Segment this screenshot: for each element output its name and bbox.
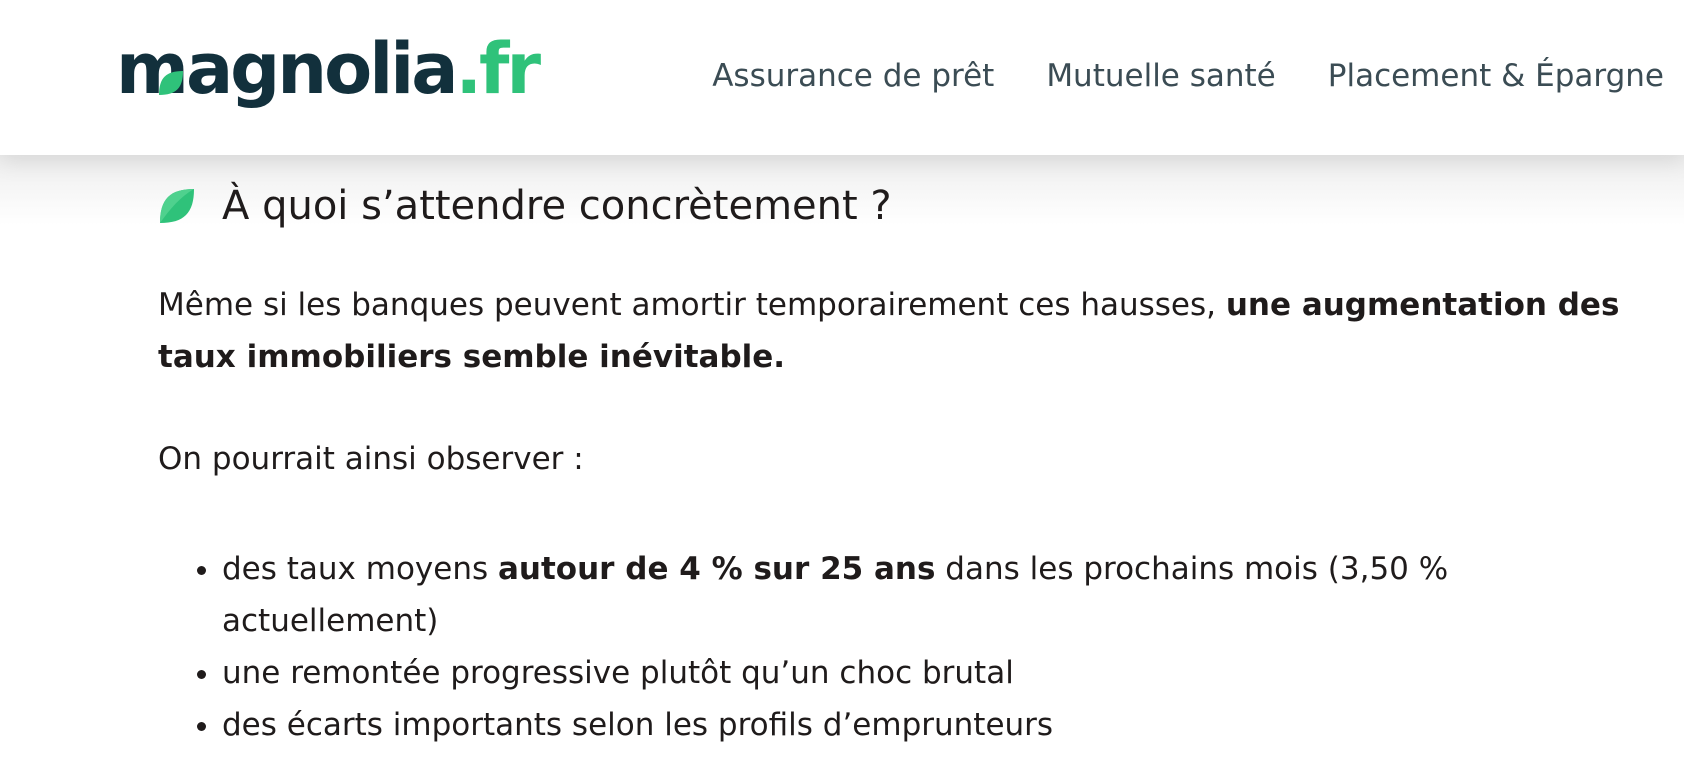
article-content: À quoi s’attendre concrètement ? Même si… xyxy=(158,155,1664,751)
section-heading: À quoi s’attendre concrètement ? xyxy=(222,183,892,229)
nav-mutuelle-sante[interactable]: Mutuelle santé xyxy=(1046,58,1275,94)
nav-placement-epargne[interactable]: Placement & Épargne xyxy=(1328,58,1664,94)
list-item-text: une remontée progressive plutôt qu’un ch… xyxy=(222,655,1014,691)
logo-dot: . xyxy=(455,28,482,110)
list-item: une remontée progressive plutôt qu’un ch… xyxy=(222,647,1664,699)
paragraph-intro: Même si les banques peuvent amortir temp… xyxy=(158,279,1664,383)
list-item: des taux moyens autour de 4 % sur 25 ans… xyxy=(222,543,1664,647)
site-header: magnolia. fr Assurance de prêt Mutuelle s… xyxy=(0,0,1684,155)
leaf-icon xyxy=(160,189,194,223)
main-nav: Assurance de prêt Mutuelle santé Placeme… xyxy=(660,58,1684,94)
observation-list: des taux moyens autour de 4 % sur 25 ans… xyxy=(158,543,1664,751)
logo-tld: fr xyxy=(479,28,541,110)
list-item: des écarts importants selon les profils … xyxy=(222,699,1664,751)
paragraph-observe: On pourrait ainsi observer : xyxy=(158,441,584,477)
paragraph-intro-text: Même si les banques peuvent amortir temp… xyxy=(158,287,1226,323)
list-item-text: des écarts importants selon les profils … xyxy=(222,707,1054,743)
nav-assurance-pret[interactable]: Assurance de prêt xyxy=(712,58,994,94)
list-item-text: des taux moyens xyxy=(222,551,498,587)
site-logo[interactable]: magnolia. fr xyxy=(116,28,541,110)
list-item-bold: autour de 4 % sur 25 ans xyxy=(498,551,936,587)
section-heading-row: À quoi s’attendre concrètement ? xyxy=(158,183,1664,229)
leaf-icon xyxy=(159,71,183,95)
